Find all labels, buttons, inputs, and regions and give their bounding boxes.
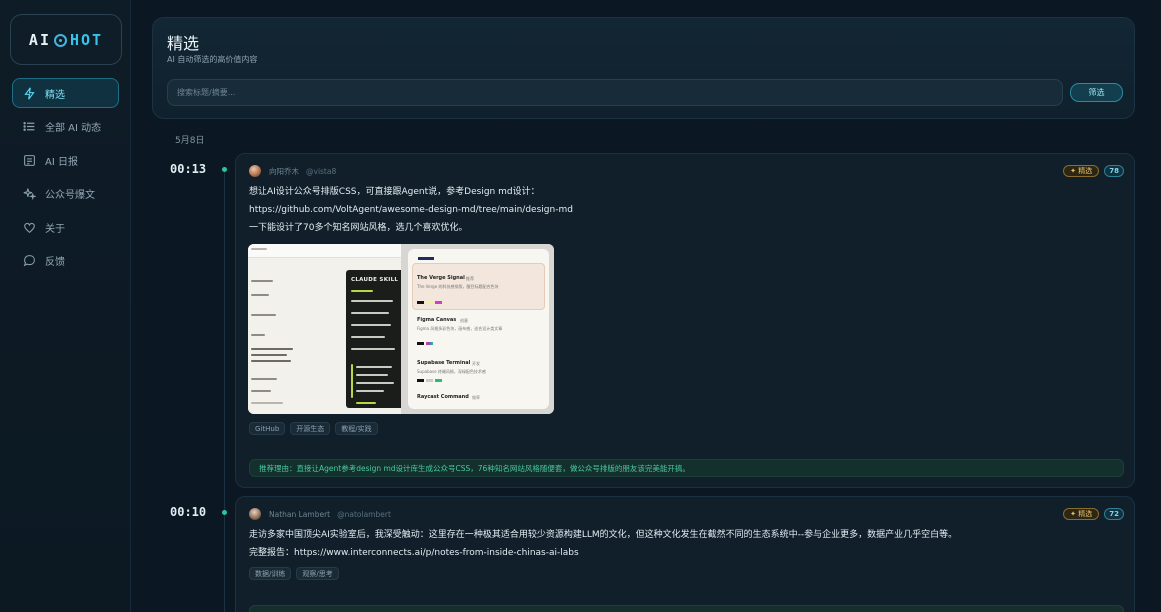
sidebar-item-about[interactable]: 关于 xyxy=(12,212,119,242)
sidebar-item-featured[interactable]: 精选 xyxy=(12,78,119,108)
logo[interactable]: AI HOT xyxy=(10,14,122,65)
featured-badge: ✦ 精选 xyxy=(1063,508,1100,520)
date-label: 5月8日 xyxy=(175,136,205,146)
sidebar-item-label: 精选 xyxy=(45,89,65,101)
avatar[interactable] xyxy=(249,508,261,520)
page-header: 精选 AI 自动筛选的高价值内容 筛选 xyxy=(152,17,1135,119)
preview-item-desc: Figma 风格多彩色块，画布感，适合设计类文章 xyxy=(417,326,503,331)
featured-badge: ✦ 精选 xyxy=(1063,165,1100,177)
logo-eye-icon xyxy=(53,34,67,47)
preview-item-tag: 效率 xyxy=(472,395,480,400)
lightning-icon xyxy=(22,86,36,100)
timeline-dot xyxy=(222,167,227,172)
sidebar-item-label: 关于 xyxy=(45,223,65,235)
sidebar-item-wechat-hits[interactable]: 公众号爆文 xyxy=(12,179,119,209)
preview-style-list: The Verge Signal 推荐 The Verge 的科技感排版，醒目标… xyxy=(408,249,549,409)
preview-item-title: Figma Canvas xyxy=(417,317,457,323)
score-badge: 72 xyxy=(1104,508,1124,520)
timeline-dot xyxy=(222,510,227,515)
author-handle[interactable]: @natolambert xyxy=(337,510,391,519)
sidebar: AI HOT 精选 全部 AI 动态 AI 日报 公众号爆文 关于 反馈 xyxy=(0,0,131,612)
post-link[interactable]: https://github.com/VoltAgent/awesome-des… xyxy=(249,201,573,219)
preview-item-title: Supabase Terminal xyxy=(417,360,471,366)
post-text: 想让AI设计公众号排版CSS，可直接跟Agent说，参考Design md设计：… xyxy=(249,183,573,237)
post-text: 走访多家中国顶尖AI实验室后，我深受触动：这里存在一种极其适合用较少资源构建LL… xyxy=(249,526,957,562)
list-icon xyxy=(22,120,36,134)
search-input[interactable] xyxy=(167,79,1063,106)
preview-item-tag: 推荐 xyxy=(466,276,474,281)
post-text-line: 一下能设计了70多个知名网站风格，选几个喜欢优化。 xyxy=(249,223,468,233)
preview-right-pane: The Verge Signal 推荐 The Verge 的科技感排版，醒目标… xyxy=(401,244,554,414)
post-link[interactable]: 完整报告：https://www.interconnects.ai/p/note… xyxy=(249,544,957,562)
post-time: 00:10 xyxy=(170,505,207,519)
post-badges: ✦ 精选 72 xyxy=(1063,508,1124,520)
tag-chip[interactable]: 教程/实践 xyxy=(335,422,378,435)
logo-text-hot: HOT xyxy=(69,30,104,49)
preview-item-tag: 开发 xyxy=(472,361,480,366)
sparkle-icon xyxy=(22,187,36,201)
author-handle[interactable]: @vista8 xyxy=(306,167,336,176)
page-subtitle: AI 自动筛选的高价值内容 xyxy=(167,55,258,64)
sidebar-item-label: 全部 AI 动态 xyxy=(45,123,102,134)
filter-button[interactable]: 筛选 xyxy=(1070,83,1123,102)
logo-text-ai: AI xyxy=(28,30,51,49)
sidebar-item-all-ai-news[interactable]: 全部 AI 动态 xyxy=(12,112,119,142)
post-author-row: 向阳乔木 @vista8 xyxy=(249,165,336,177)
post-badges: ✦ 精选 78 xyxy=(1063,165,1124,177)
sidebar-item-label: AI 日报 xyxy=(45,156,78,168)
preview-item-title: Raycast Command xyxy=(417,394,469,400)
post-card[interactable]: Nathan Lambert @natolambert ✦ 精选 72 走访多家… xyxy=(235,496,1135,612)
preview-item-title: The Verge Signal xyxy=(417,275,465,281)
newspaper-icon xyxy=(22,153,36,167)
preview-left-pane: CLAUDE SKILL xyxy=(248,244,401,414)
tag-chip[interactable]: GitHub xyxy=(249,422,286,435)
post-tags: GitHub 开源生态 教程/实践 xyxy=(249,422,383,435)
preview-item-tag: 创意 xyxy=(460,318,468,323)
post-tags: 数据/训练 观察/思考 xyxy=(249,567,344,580)
post-text-line: 走访多家中国顶尖AI实验室后，我深受触动：这里存在一种极其适合用较少资源构建LL… xyxy=(249,530,958,540)
recommendation-reason xyxy=(249,605,1124,612)
tag-chip[interactable]: 开源生态 xyxy=(290,422,331,435)
recommendation-reason: 推荐理由：直接让Agent参考design md设计库生成公众号CSS，76种知… xyxy=(249,459,1124,477)
preview-item-desc: The Verge 的科技感排版，醒目标题配合色块 xyxy=(417,284,499,289)
preview-dark-panel: CLAUDE SKILL xyxy=(346,270,401,408)
post-text-line: 想让AI设计公众号排版CSS，可直接跟Agent说，参考Design md设计： xyxy=(249,187,540,197)
timeline-line xyxy=(224,170,225,612)
preview-item-desc: Supabase 终端风格，深绿配色技术感 xyxy=(417,369,486,374)
author-name[interactable]: 向阳乔木 xyxy=(269,166,299,177)
avatar[interactable] xyxy=(249,165,261,177)
post-card[interactable]: 向阳乔木 @vista8 ✦ 精选 78 想让AI设计公众号排版CSS，可直接跟… xyxy=(235,153,1135,488)
post-image[interactable]: CLAUDE SKILL The Verge Signal 推荐 The Ver… xyxy=(248,244,554,414)
sidebar-item-label: 反馈 xyxy=(45,257,65,268)
post-author-row: Nathan Lambert @natolambert xyxy=(249,508,391,520)
page-title: 精选 xyxy=(167,34,200,53)
author-name[interactable]: Nathan Lambert xyxy=(269,510,330,519)
sidebar-item-feedback[interactable]: 反馈 xyxy=(12,246,119,276)
sidebar-nav: 精选 全部 AI 动态 AI 日报 公众号爆文 关于 反馈 xyxy=(12,78,119,279)
heart-icon xyxy=(22,220,36,234)
sidebar-item-ai-daily[interactable]: AI 日报 xyxy=(12,145,119,175)
sidebar-item-label: 公众号爆文 xyxy=(45,190,95,201)
tag-chip[interactable]: 数据/训练 xyxy=(249,567,292,580)
score-badge: 78 xyxy=(1104,165,1124,177)
post-time: 00:13 xyxy=(170,162,207,176)
preview-left-title: CLAUDE SKILL xyxy=(351,277,399,283)
chat-bubble-icon xyxy=(22,254,36,268)
tag-chip[interactable]: 观察/思考 xyxy=(296,567,339,580)
